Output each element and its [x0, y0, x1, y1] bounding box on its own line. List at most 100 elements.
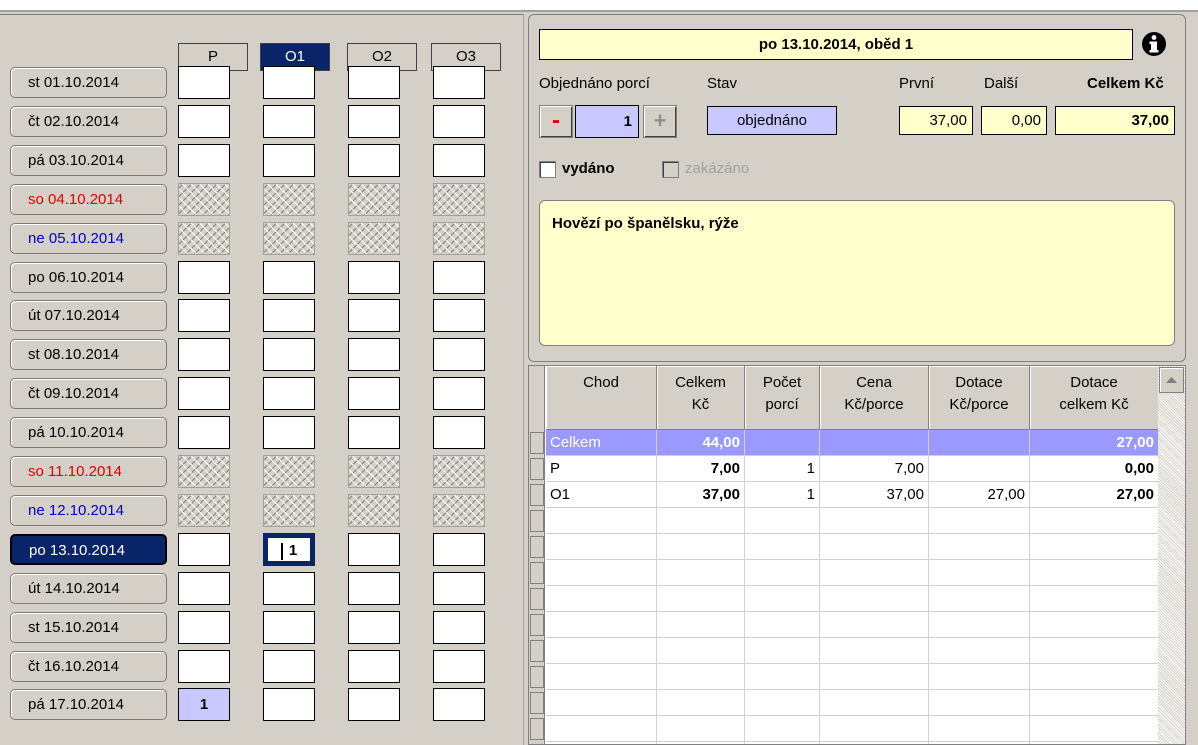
- row-marker[interactable]: [530, 458, 544, 480]
- meal-order-cell[interactable]: [348, 650, 400, 683]
- meal-order-cell[interactable]: [263, 416, 315, 449]
- meal-order-cell[interactable]: [348, 338, 400, 371]
- meal-order-cell[interactable]: [178, 572, 230, 605]
- day-button[interactable]: st 01.10.2014: [10, 67, 167, 98]
- meal-order-cell[interactable]: [348, 611, 400, 644]
- day-button[interactable]: st 15.10.2014: [10, 612, 167, 643]
- info-icon[interactable]: [1139, 29, 1169, 59]
- row-marker[interactable]: [530, 510, 544, 532]
- day-button[interactable]: pá 03.10.2014: [10, 145, 167, 176]
- grid-cell[interactable]: 27,00: [1030, 482, 1159, 508]
- grid-cell[interactable]: 1: [745, 456, 820, 482]
- plus-button[interactable]: +: [643, 105, 677, 138]
- meal-order-cell[interactable]: [263, 572, 315, 605]
- row-marker[interactable]: [530, 640, 544, 662]
- meal-order-cell[interactable]: [263, 688, 315, 721]
- grid-cell[interactable]: 7,00: [820, 456, 929, 482]
- meal-order-cell[interactable]: [433, 261, 485, 294]
- meal-order-cell[interactable]: [348, 105, 400, 138]
- row-marker[interactable]: [530, 718, 544, 740]
- day-button[interactable]: čt 09.10.2014: [10, 378, 167, 409]
- day-button[interactable]: út 07.10.2014: [10, 300, 167, 331]
- meal-order-cell[interactable]: [433, 338, 485, 371]
- grid-cell[interactable]: [929, 456, 1030, 482]
- header-pocet[interactable]: Počet porcí: [745, 366, 820, 430]
- day-button[interactable]: po 06.10.2014: [10, 262, 167, 293]
- day-button[interactable]: so 11.10.2014: [10, 456, 167, 487]
- meal-order-cell[interactable]: [348, 144, 400, 177]
- meal-order-cell[interactable]: [178, 299, 230, 332]
- header-chod[interactable]: Chod: [546, 366, 657, 430]
- day-button[interactable]: ne 05.10.2014: [10, 223, 167, 254]
- row-marker[interactable]: [530, 666, 544, 688]
- header-cena[interactable]: Cena Kč/porce: [820, 366, 929, 430]
- grid-cell[interactable]: 44,00: [657, 430, 745, 456]
- meal-order-cell[interactable]: [348, 416, 400, 449]
- grid-cell[interactable]: [929, 430, 1030, 456]
- meal-order-cell[interactable]: [348, 533, 400, 566]
- row-marker[interactable]: [530, 614, 544, 636]
- meal-order-cell[interactable]: [178, 416, 230, 449]
- meal-order-cell[interactable]: [178, 377, 230, 410]
- meal-order-cell[interactable]: [178, 144, 230, 177]
- day-button[interactable]: pá 17.10.2014: [10, 689, 167, 720]
- meal-order-cell[interactable]: [178, 533, 230, 566]
- meal-order-cell[interactable]: [178, 338, 230, 371]
- grid-cell[interactable]: O1: [546, 482, 657, 508]
- portions-field[interactable]: 1: [575, 105, 639, 138]
- header-dotace-celkem[interactable]: Dotace celkem Kč: [1030, 366, 1159, 430]
- grid-cell[interactable]: P: [546, 456, 657, 482]
- meal-order-cell[interactable]: [433, 105, 485, 138]
- meal-order-cell[interactable]: [178, 261, 230, 294]
- grid-cell[interactable]: 37,00: [657, 482, 745, 508]
- day-button[interactable]: út 14.10.2014: [10, 573, 167, 604]
- meal-order-cell[interactable]: [433, 377, 485, 410]
- day-button[interactable]: ne 12.10.2014: [10, 495, 167, 526]
- grid-cell[interactable]: Celkem: [546, 430, 657, 456]
- row-marker[interactable]: [530, 692, 544, 714]
- grid-cell[interactable]: 37,00: [820, 482, 929, 508]
- minus-button[interactable]: -: [539, 105, 573, 138]
- grid-cell[interactable]: 27,00: [1030, 430, 1159, 456]
- meal-order-cell[interactable]: [263, 650, 315, 683]
- meal-order-cell[interactable]: [433, 299, 485, 332]
- meal-order-cell[interactable]: [263, 377, 315, 410]
- day-button[interactable]: st 08.10.2014: [10, 339, 167, 370]
- day-button[interactable]: čt 02.10.2014: [10, 106, 167, 137]
- meal-order-cell[interactable]: [178, 611, 230, 644]
- meal-order-cell[interactable]: [178, 650, 230, 683]
- meal-order-cell[interactable]: [263, 261, 315, 294]
- meal-order-cell[interactable]: [263, 338, 315, 371]
- header-dotace-porce[interactable]: Dotace Kč/porce: [929, 366, 1030, 430]
- meal-order-cell[interactable]: [433, 688, 485, 721]
- row-marker[interactable]: [530, 432, 544, 454]
- meal-order-cell[interactable]: [178, 105, 230, 138]
- meal-order-cell[interactable]: [263, 105, 315, 138]
- meal-order-cell[interactable]: [433, 650, 485, 683]
- day-button[interactable]: pá 10.10.2014: [10, 417, 167, 448]
- day-button[interactable]: po 13.10.2014: [10, 534, 167, 565]
- meal-order-cell[interactable]: 1: [263, 533, 315, 566]
- meal-order-cell[interactable]: [348, 377, 400, 410]
- meal-order-cell[interactable]: [263, 299, 315, 332]
- issued-checkbox[interactable]: [539, 161, 556, 178]
- row-marker[interactable]: [530, 588, 544, 610]
- meal-order-cell[interactable]: [433, 533, 485, 566]
- meal-order-cell[interactable]: [433, 416, 485, 449]
- meal-order-cell[interactable]: [263, 144, 315, 177]
- meal-order-cell[interactable]: [348, 688, 400, 721]
- meal-order-cell[interactable]: [433, 572, 485, 605]
- grid-cell[interactable]: 0,00: [1030, 456, 1159, 482]
- grid-cell[interactable]: [820, 430, 929, 456]
- grid-cell[interactable]: 1: [745, 482, 820, 508]
- scroll-up-button[interactable]: [1159, 367, 1184, 393]
- vertical-scrollbar[interactable]: [1158, 366, 1185, 744]
- meal-order-cell[interactable]: [263, 66, 315, 99]
- meal-order-cell[interactable]: 1: [178, 688, 230, 721]
- meal-order-cell[interactable]: [263, 611, 315, 644]
- meal-order-cell[interactable]: [348, 572, 400, 605]
- row-marker[interactable]: [530, 484, 544, 506]
- meal-order-cell[interactable]: [348, 299, 400, 332]
- row-marker[interactable]: [530, 536, 544, 558]
- meal-order-cell[interactable]: [348, 261, 400, 294]
